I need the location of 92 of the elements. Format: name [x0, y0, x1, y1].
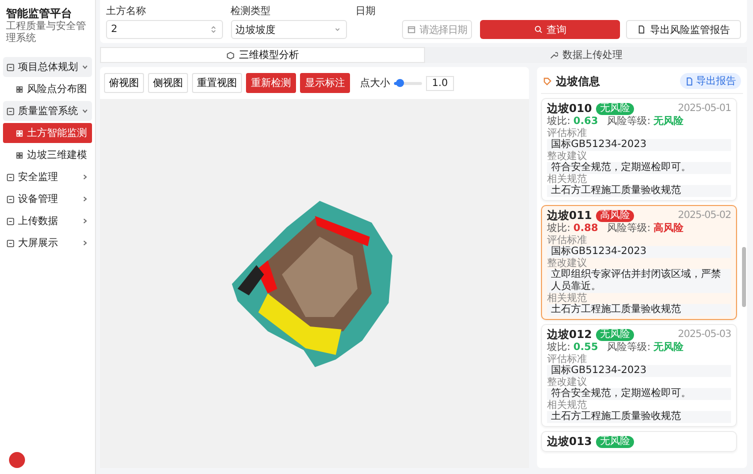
- chevron-icon: [81, 107, 89, 115]
- section-label: 评估标准: [547, 235, 588, 246]
- nav-subitem[interactable]: 边坡三维建模: [3, 145, 92, 165]
- grid-icon: [15, 84, 24, 94]
- app-title: 智能监管平台: [6, 6, 73, 20]
- metric-label: 坡比:: [547, 115, 570, 128]
- nav-item[interactable]: 项目总体规划: [3, 57, 92, 77]
- tag-icon: [543, 76, 552, 86]
- chevron-icon: [81, 217, 89, 225]
- nav-subitem[interactable]: 土方智能监测: [3, 123, 92, 143]
- export-report-button[interactable]: 导出风险监管报告: [626, 20, 742, 39]
- metric-value: 0.88: [573, 222, 598, 234]
- card-date: 2025-05-01: [678, 102, 731, 115]
- card-title: 边坡012: [547, 328, 592, 341]
- risk-badge: 无风险: [596, 436, 634, 448]
- slope-card[interactable]: 边坡010 无风险 2025-05-01 坡比: 0.63 风险等级: 无风险 评估标准 国标GB51234-2023 整改建议 符合安全规范，定期巡检即可。 相关规范 土石方工程施工质量验收规范: [541, 98, 737, 201]
- export-button[interactable]: 导出报告: [680, 73, 741, 89]
- metric-value: 0.55: [573, 341, 598, 354]
- section-label: 整改建议: [547, 377, 588, 388]
- chevron-icon: [81, 63, 89, 71]
- section-value: 土石方工程施工质量验收规范: [547, 185, 731, 197]
- card-title: 边坡011: [547, 209, 592, 222]
- section-value: 土石方工程施工质量验收规范: [547, 304, 731, 316]
- metric-label: 坡比:: [547, 222, 570, 234]
- metric-value: 0.63: [573, 115, 598, 128]
- section-label: 整改建议: [547, 151, 588, 162]
- section-value: 国标GB51234-2023: [547, 246, 731, 258]
- calendar-icon: [406, 25, 416, 34]
- grid-icon: [15, 150, 24, 160]
- toolbar-button[interactable]: 显示标注: [300, 73, 350, 93]
- tab[interactable]: 数据上传处理: [424, 47, 747, 63]
- toolbar-button[interactable]: 重新检测: [246, 73, 296, 93]
- slider-value: 1.0: [426, 76, 454, 90]
- chevron-icon: [81, 195, 89, 203]
- card-title: 边坡010: [547, 102, 592, 115]
- scrollbar[interactable]: [742, 247, 746, 307]
- toolbar-button[interactable]: 俯视图: [104, 73, 144, 93]
- section-label: 评估标准: [547, 128, 588, 139]
- cube-icon: [226, 50, 235, 60]
- card-title: 边坡013: [547, 435, 592, 448]
- metric-label: 风险等级:: [607, 341, 650, 354]
- field-label: 检测类型: [230, 4, 272, 18]
- section-value: 土石方工程施工质量验收规范: [547, 411, 731, 423]
- chevron-icon: [81, 173, 89, 181]
- slope-card[interactable]: 边坡011 高风险 2025-05-02 坡比: 0.88 风险等级: 高风险 评估标准 国标GB51234-2023 整改建议 立即组织专家评估并封闭该区域，严禁人员靠近。 相关规范 土石方工程施工质量验收规范: [541, 205, 737, 320]
- app-subtitle: 工程质量与安全管理系统: [6, 21, 87, 45]
- metric-label: 坡比:: [547, 341, 570, 354]
- section-value: 国标GB51234-2023: [547, 365, 731, 377]
- slope-card[interactable]: 边坡012 无风险 2025-05-03 坡比: 0.55 风险等级: 无风险 评估标准 国标GB51234-2023 整改建议 符合安全规范，定期巡检即可。 相关规范 土石方工程施工质量验收规范: [541, 324, 737, 427]
- metric-label: 风险等级:: [607, 115, 650, 128]
- document-icon: [685, 76, 694, 86]
- card-date: 2025-05-02: [678, 209, 731, 222]
- nav-item[interactable]: 上传数据: [3, 211, 92, 231]
- section-label: 相关规范: [547, 400, 588, 411]
- section-value: 立即组织专家评估并封闭该区域，严禁人员靠近。: [547, 269, 731, 293]
- number-field[interactable]: 2: [106, 20, 223, 39]
- card-date: 2025-05-03: [678, 328, 731, 341]
- risk-badge: 高风险: [596, 210, 634, 222]
- nav-item[interactable]: 设备管理: [3, 189, 92, 209]
- section-label: 相关规范: [547, 293, 588, 304]
- panel-title: 边坡信息: [556, 74, 601, 88]
- nav-item[interactable]: 质量监管系统: [3, 101, 92, 121]
- slope-card[interactable]: 边坡013 无风险: [541, 431, 737, 452]
- document-icon: [637, 25, 646, 34]
- metric-label: 风险等级:: [607, 222, 650, 235]
- field-label: 日期: [355, 4, 376, 18]
- metric-value: 无风险: [653, 341, 684, 354]
- risk-badge: 无风险: [596, 102, 634, 114]
- field-label: 土方名称: [106, 4, 147, 18]
- nav-item[interactable]: 安全监理: [3, 167, 92, 187]
- metric-value: 无风险: [653, 115, 684, 128]
- spinner-icon: [208, 25, 218, 34]
- grid-icon: [15, 128, 24, 138]
- search-icon: [534, 25, 543, 34]
- section-value: 国标GB51234-2023: [547, 139, 731, 151]
- tab[interactable]: 三维模型分析: [100, 47, 424, 63]
- toolbar-button[interactable]: 重置视图: [192, 73, 242, 93]
- toolbar-button[interactable]: 侧视图: [148, 73, 188, 93]
- section-label: 相关规范: [547, 174, 588, 185]
- section-value: 符合安全规范，定期巡检即可。: [547, 162, 731, 174]
- nav-item[interactable]: 大屏展示: [3, 233, 92, 253]
- section-label: 整改建议: [547, 258, 588, 269]
- risk-badge: 无风险: [596, 328, 634, 340]
- search-button[interactable]: 查询: [480, 20, 620, 39]
- slider-label: 点大小: [360, 76, 390, 90]
- metric-value: 高风险: [653, 222, 684, 235]
- section-value: 符合安全规范，定期巡检即可。: [547, 388, 731, 400]
- select-field[interactable]: 边坡坡度: [230, 20, 348, 39]
- section-label: 评估标准: [547, 354, 588, 365]
- chevron-icon: [81, 239, 89, 247]
- user-avatar[interactable]: [9, 452, 25, 468]
- nav-subitem[interactable]: 风险点分布图: [3, 79, 92, 99]
